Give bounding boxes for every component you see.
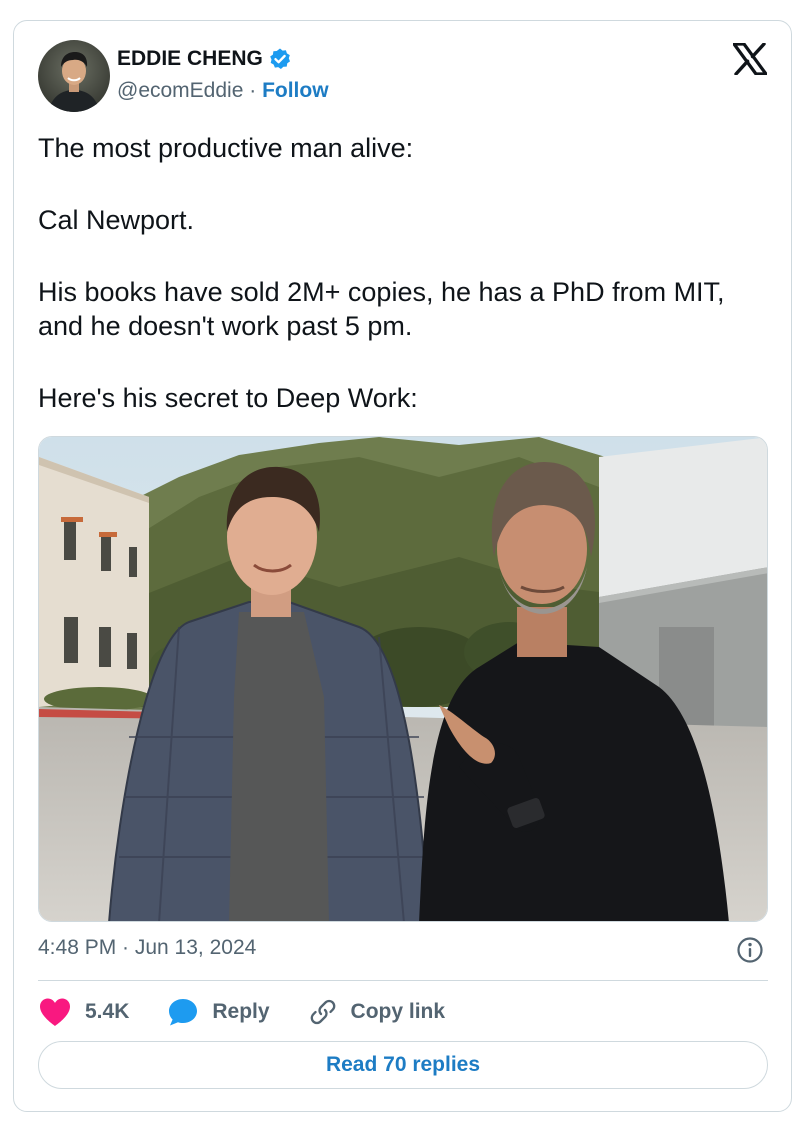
tweet-line: Here's his secret to Deep Work: — [38, 383, 418, 413]
reply-label: Reply — [212, 1000, 270, 1023]
verified-badge-icon — [270, 48, 290, 69]
author-handle[interactable]: @ecomEddie — [117, 79, 243, 102]
author-handle-row: @ecomEddie · Follow — [117, 79, 329, 103]
x-logo-icon[interactable] — [733, 43, 767, 75]
tweet-line: His books have sold 2M+ copies, he has a… — [38, 277, 725, 341]
author-name-row[interactable]: EDDIE CHENG — [117, 47, 292, 71]
tweet-photo[interactable] — [38, 436, 768, 922]
copy-link-label: Copy link — [350, 1000, 446, 1023]
reply-button[interactable]: Reply — [167, 997, 270, 1027]
reply-bubble-icon — [169, 999, 198, 1026]
follow-button[interactable]: Follow — [262, 79, 329, 102]
handle-separator: · — [243, 79, 263, 102]
link-icon — [310, 999, 335, 1025]
tweet-line: Cal Newport. — [38, 205, 195, 235]
tweet-timestamp[interactable]: 4:48 PM · Jun 13, 2024 — [38, 936, 256, 960]
avatar[interactable] — [38, 40, 110, 112]
like-button[interactable]: 5.4K — [38, 997, 129, 1027]
read-replies-button[interactable]: Read 70 replies — [38, 1041, 768, 1089]
author-name[interactable]: EDDIE CHENG — [117, 47, 263, 71]
tweet-actions: 5.4K Reply Copy link — [38, 996, 445, 1028]
copy-link-button[interactable]: Copy link — [308, 997, 446, 1027]
heart-icon — [40, 998, 70, 1026]
like-count: 5.4K — [85, 1000, 130, 1023]
info-icon[interactable] — [736, 936, 764, 964]
divider — [38, 980, 768, 981]
tweet-line: The most productive man alive: — [38, 133, 414, 163]
tweet-text: The most productive man alive: Cal Newpo… — [38, 131, 768, 415]
